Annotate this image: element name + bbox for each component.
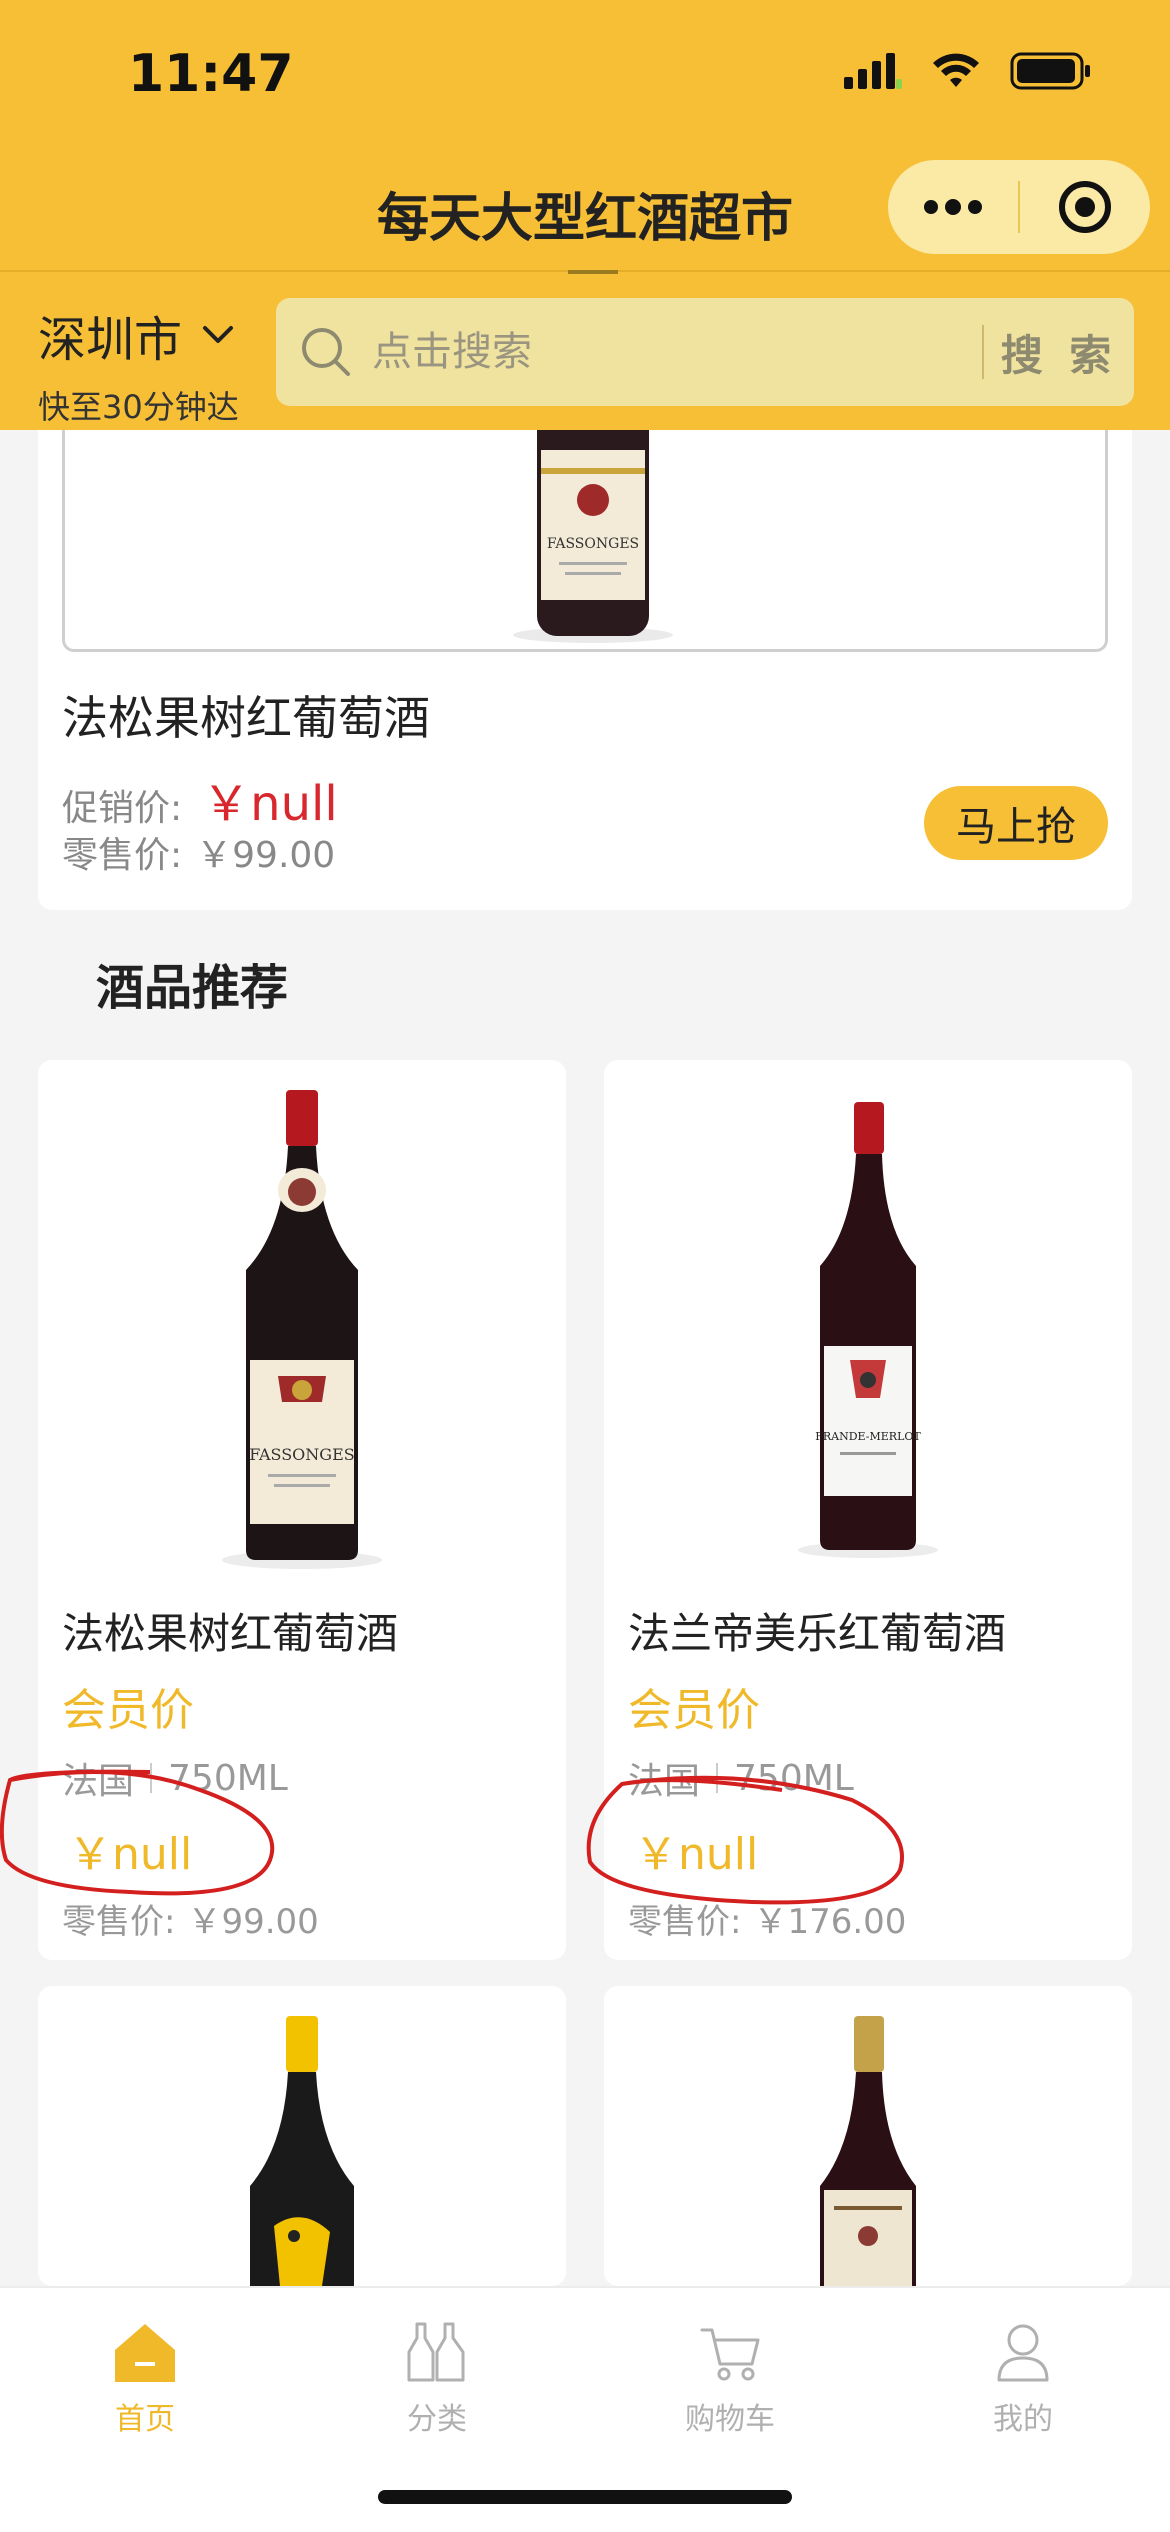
search-icon <box>302 328 350 376</box>
product-image: FASSONGES <box>38 1060 566 1580</box>
wine-bottle-image: FASSONGES <box>513 430 673 643</box>
featured-product-image: FASSONGES <box>62 430 1108 652</box>
tab-profile[interactable]: 我的 <box>933 2308 1113 2438</box>
product-country: 法国 <box>628 1761 701 1802</box>
product-retail-price: 零售价: ￥99.00 <box>62 1894 319 1943</box>
battery-icon <box>1010 52 1090 90</box>
wine-bottle-image <box>250 2016 354 2286</box>
retail-price-value: ￥176.00 <box>753 1902 907 1942</box>
svg-text:FASSONGES: FASSONGES <box>249 1445 354 1464</box>
origin-divider <box>716 1763 719 1793</box>
tab-category[interactable]: 分类 <box>347 2308 527 2438</box>
featured-product-name: 法松果树红葡萄酒 <box>62 691 430 745</box>
target-icon <box>1059 181 1111 233</box>
retail-price-value: ￥99.00 <box>187 1902 319 1942</box>
featured-product-card[interactable]: FASSONGES 法松果树红葡萄酒 促销价: ￥null 零售价: ￥99.0… <box>38 430 1132 910</box>
product-name: 法松果树红葡萄酒 <box>62 1609 399 1658</box>
product-card[interactable] <box>38 1986 566 2286</box>
product-image: FRANDE-MERLOT <box>604 1060 1132 1580</box>
product-origin: 法国 750ML <box>62 1752 288 1804</box>
member-price-label: 会员价 <box>628 1685 760 1736</box>
more-button[interactable] <box>888 160 1018 254</box>
search-bar[interactable]: 搜 索 <box>276 298 1134 406</box>
status-icons <box>844 52 1092 90</box>
user-icon <box>997 2324 1049 2382</box>
member-price-value: ￥null <box>68 1829 193 1880</box>
product-retail-price: 零售价: ￥176.00 <box>628 1894 906 1943</box>
section-title: 酒品推荐 <box>96 960 289 1016</box>
retail-price-label: 零售价: <box>62 835 183 876</box>
city-label: 深圳市 <box>38 312 183 368</box>
origin-divider <box>150 1763 153 1793</box>
member-price-value: ￥null <box>634 1829 759 1880</box>
status-time: 11:47 <box>128 44 294 104</box>
signal-icon <box>844 53 902 89</box>
more-icon <box>924 199 982 215</box>
header-tick <box>568 270 618 274</box>
home-indicator[interactable] <box>378 2490 792 2504</box>
home-icon <box>115 2324 175 2382</box>
product-card[interactable] <box>604 1986 1132 2286</box>
tab-label: 分类 <box>407 2402 467 2437</box>
retail-price-label: 零售价: <box>62 1902 176 1942</box>
product-origin: 法国 750ML <box>628 1752 854 1804</box>
miniprogram-capsule <box>888 160 1150 254</box>
cart-icon <box>700 2328 760 2381</box>
tab-label: 首页 <box>115 2402 175 2437</box>
retail-price-label: 零售价: <box>628 1902 742 1942</box>
top-header: 11:47 每天大型红酒超市 深圳市 快至30分钟达 点击搜索 搜 索 <box>0 0 1170 430</box>
close-miniprogram-button[interactable] <box>1020 160 1150 254</box>
retail-price-value: ￥99.00 <box>196 835 336 876</box>
wine-bottle-image <box>820 2016 916 2286</box>
featured-promo-price: 促销价: ￥null <box>62 764 338 834</box>
product-name: 法兰帝美乐红葡萄酒 <box>628 1609 1007 1658</box>
wine-bottle-image: FRANDE-MERLOT <box>798 1102 938 1558</box>
promo-price-label: 促销价: <box>62 788 183 829</box>
product-volume: 750ML <box>168 1757 288 1799</box>
bottles-icon <box>407 2322 465 2382</box>
search-button[interactable]: 搜 索 <box>984 322 1134 383</box>
svg-text:FASSONGES: FASSONGES <box>547 536 639 552</box>
chevron-down-icon <box>203 326 234 343</box>
product-card[interactable]: FRANDE-MERLOT 法兰帝美乐红葡萄酒 会员价 法国 750ML ￥nu… <box>604 1060 1132 1960</box>
city-name: 深圳市 <box>38 300 258 370</box>
tab-label: 购物车 <box>685 2402 775 2437</box>
wine-bottle-image: FASSONGES <box>222 1090 382 1569</box>
wifi-icon <box>933 53 979 87</box>
buy-now-button[interactable]: 马上抢 <box>924 786 1108 860</box>
location-selector[interactable]: 深圳市 快至30分钟达 <box>38 300 258 428</box>
tab-home[interactable]: 首页 <box>55 2308 235 2438</box>
product-card[interactable]: FASSONGES 法松果树红葡萄酒 会员价 法国 750ML ￥null 零售… <box>38 1060 566 1960</box>
delivery-time: 快至30分钟达 <box>38 388 239 426</box>
search-input[interactable] <box>372 329 982 375</box>
featured-retail-price: 零售价: ￥99.00 <box>62 826 335 878</box>
tab-label: 我的 <box>993 2402 1053 2437</box>
member-price-label: 会员价 <box>62 1685 194 1736</box>
promo-price-value: ￥null <box>202 776 338 832</box>
svg-text:FRANDE-MERLOT: FRANDE-MERLOT <box>815 1430 921 1443</box>
tab-cart[interactable]: 购物车 <box>640 2308 820 2438</box>
product-country: 法国 <box>62 1761 135 1802</box>
product-volume: 750ML <box>734 1757 854 1799</box>
